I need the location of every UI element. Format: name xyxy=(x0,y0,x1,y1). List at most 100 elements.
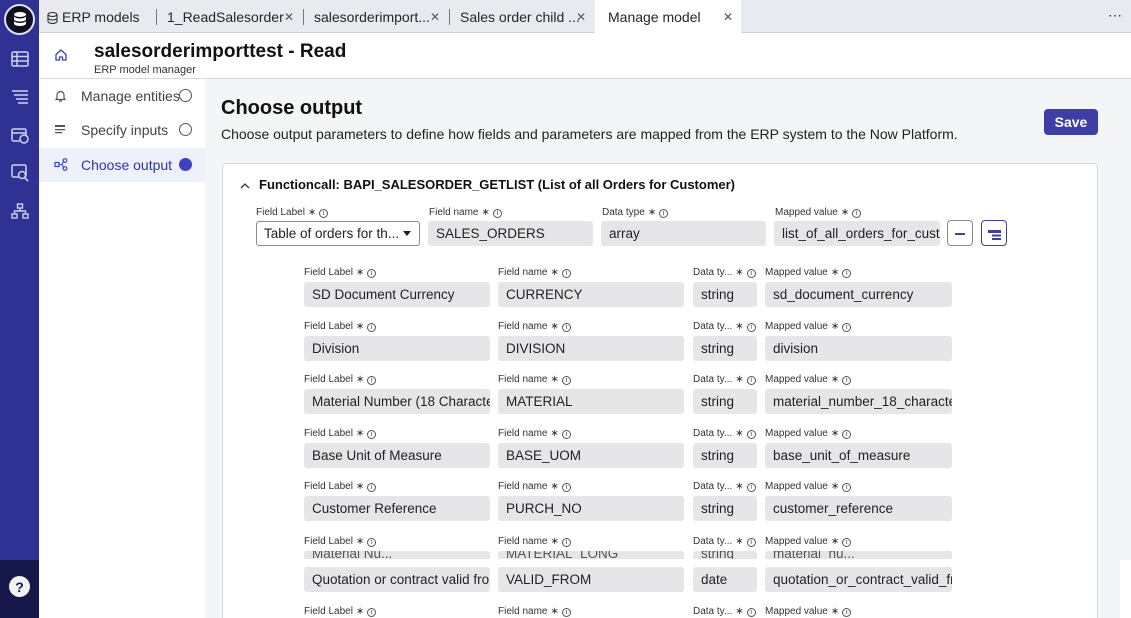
chevron-up-icon[interactable] xyxy=(240,177,250,192)
field-name-input[interactable]: CURRENCY xyxy=(498,282,684,307)
tab-sales-order-child[interactable]: Sales order child ... ✕ xyxy=(449,0,594,33)
data-type-input-partial[interactable]: string xyxy=(693,551,757,559)
help-icon[interactable]: ? xyxy=(9,576,30,597)
close-icon[interactable]: ✕ xyxy=(723,10,733,24)
mapped-value-input[interactable]: division xyxy=(765,335,952,361)
mapped-value-input[interactable]: base_unit_of_measure xyxy=(765,442,952,468)
nav-item-choose-output[interactable]: Choose output xyxy=(39,148,205,182)
data-type-input[interactable]: date xyxy=(693,567,757,592)
field-label-caption: Field Label ∗ i xyxy=(304,321,377,332)
field-label-caption: Field Label ∗ i xyxy=(304,536,377,547)
tab-manage-model[interactable]: Manage model ✕ xyxy=(595,0,741,33)
mapped-value-input[interactable]: customer_reference xyxy=(765,496,952,522)
data-type-input[interactable]: array xyxy=(601,221,766,246)
mapped-value-caption: Mapped value ∗ i xyxy=(765,374,852,386)
home-icon[interactable] xyxy=(54,48,70,64)
mapped-value-input-partial[interactable]: material_nu... xyxy=(765,551,952,559)
tab-read-salesorder[interactable]: 1_ReadSalesorder ✕ xyxy=(156,0,302,33)
app-rail: ? xyxy=(0,0,39,618)
info-icon: i xyxy=(561,608,571,617)
field-name-input[interactable]: SALES_ORDERS xyxy=(428,221,593,246)
bell-icon xyxy=(54,89,68,103)
field-name-input[interactable]: VALID_FROM xyxy=(498,567,684,592)
close-icon[interactable]: ✕ xyxy=(576,10,586,24)
info-icon: i xyxy=(746,322,756,332)
step-status-icon xyxy=(179,89,192,102)
data-type-input[interactable]: string xyxy=(693,442,757,468)
close-icon[interactable]: ✕ xyxy=(284,10,294,24)
more-tabs-icon[interactable]: ⋯ xyxy=(1108,7,1123,24)
hierarchy-icon[interactable] xyxy=(9,200,30,221)
calendar-clock-icon[interactable] xyxy=(9,124,30,145)
field-name-caption: Field name ∗ i xyxy=(498,374,571,386)
field-label-input[interactable]: Division xyxy=(304,335,490,361)
child-fields-button[interactable] xyxy=(981,220,1007,246)
field-name-input[interactable]: BASE_UOM xyxy=(498,442,684,468)
nav-label: Specify inputs xyxy=(81,122,169,138)
mapped-value-caption: Mapped value ∗ i xyxy=(765,428,852,439)
list-table-icon[interactable] xyxy=(9,48,30,69)
field-label-input[interactable]: Material Number (18 Characters) xyxy=(304,389,490,415)
data-type-caption: Data ty... ∗ i xyxy=(693,536,756,547)
tab-bar: ERP models 1_ReadSalesorder ✕ salesorder… xyxy=(39,0,1131,33)
field-label-input[interactable]: Customer Reference xyxy=(304,496,490,522)
collapse-button[interactable] xyxy=(947,220,973,246)
function-call-title: Functioncall: BAPI_SALESORDER_GETLIST (L… xyxy=(259,177,735,192)
info-icon: i xyxy=(561,538,571,547)
data-type-input[interactable]: string xyxy=(693,335,757,361)
function-call-header[interactable]: Functioncall: BAPI_SALESORDER_GETLIST (L… xyxy=(240,177,735,192)
layers-icon[interactable] xyxy=(9,86,30,107)
save-button[interactable]: Save xyxy=(1044,109,1098,135)
mapped-value-caption: Mapped value ∗ i xyxy=(765,481,852,493)
info-icon: i xyxy=(367,538,377,547)
nav-label: Choose output xyxy=(81,157,173,173)
mapped-value-input[interactable]: material_number_18_characters xyxy=(765,389,952,415)
info-icon: i xyxy=(561,269,571,278)
info-icon: i xyxy=(492,209,502,218)
info-icon: i xyxy=(561,322,571,332)
search-table-icon[interactable] xyxy=(9,162,30,183)
nav-item-specify-inputs[interactable]: Specify inputs xyxy=(39,113,205,147)
info-icon: i xyxy=(842,269,852,278)
info-icon: i xyxy=(842,538,852,547)
data-type-input[interactable]: string xyxy=(693,282,757,307)
data-type-input[interactable]: string xyxy=(693,496,757,522)
tab-label: salesorderimport... xyxy=(314,8,430,25)
page-subtitle: ERP model manager xyxy=(94,64,196,76)
field-label-caption: Field Label ∗ i xyxy=(304,606,377,617)
close-icon[interactable]: ✕ xyxy=(430,10,440,24)
tab-label: Sales order child ... xyxy=(460,8,580,25)
field-label-input[interactable]: SD Document Currency xyxy=(304,282,490,307)
data-type-caption: Data ty... ∗ i xyxy=(693,481,756,493)
tab-erp-models[interactable]: ERP models xyxy=(39,0,154,33)
table-tree-icon xyxy=(988,228,1001,246)
data-type-caption: Data ty... ∗ i xyxy=(693,267,756,278)
info-icon: i xyxy=(852,209,862,218)
field-label-select[interactable]: Table of orders for th... xyxy=(256,221,420,246)
mapped-value-input[interactable]: sd_document_currency xyxy=(765,282,952,307)
field-name-input-partial[interactable]: MATERIAL_LONG xyxy=(498,551,684,559)
field-label-input[interactable]: Quotation or contract valid from xyxy=(304,567,490,592)
field-label-caption: Field Label ∗ i xyxy=(304,267,377,278)
data-type-input[interactable]: string xyxy=(693,389,757,415)
info-icon: i xyxy=(842,429,852,439)
database-logo-icon[interactable] xyxy=(4,4,35,35)
data-type-caption: Data ty... ∗ i xyxy=(693,321,756,332)
field-label-caption: Field Label ∗ i xyxy=(304,481,377,493)
field-name-input[interactable]: DIVISION xyxy=(498,335,684,361)
field-label-input[interactable]: Base Unit of Measure xyxy=(304,442,490,468)
tab-salesorderimport[interactable]: salesorderimport... ✕ xyxy=(303,0,448,33)
steps-nav: Manage entities Specify inputs Choose ou… xyxy=(39,79,205,618)
nav-label: Manage entities xyxy=(81,88,180,104)
field-name-input[interactable]: MATERIAL xyxy=(498,389,684,415)
data-type-caption: Data type ∗ i xyxy=(602,207,669,218)
section-title: Choose output xyxy=(221,97,363,119)
info-icon: i xyxy=(842,483,852,493)
nav-item-manage-entities[interactable]: Manage entities xyxy=(39,79,205,113)
info-icon: i xyxy=(367,269,377,278)
field-name-input[interactable]: PURCH_NO xyxy=(498,496,684,522)
tab-label: 1_ReadSalesorder xyxy=(167,8,284,25)
mapped-value-input[interactable]: list_of_all_orders_for_customer xyxy=(774,221,940,246)
field-label-input-partial[interactable]: Material Nu... xyxy=(304,551,490,559)
mapped-value-input[interactable]: quotation_or_contract_valid_from xyxy=(765,567,952,592)
